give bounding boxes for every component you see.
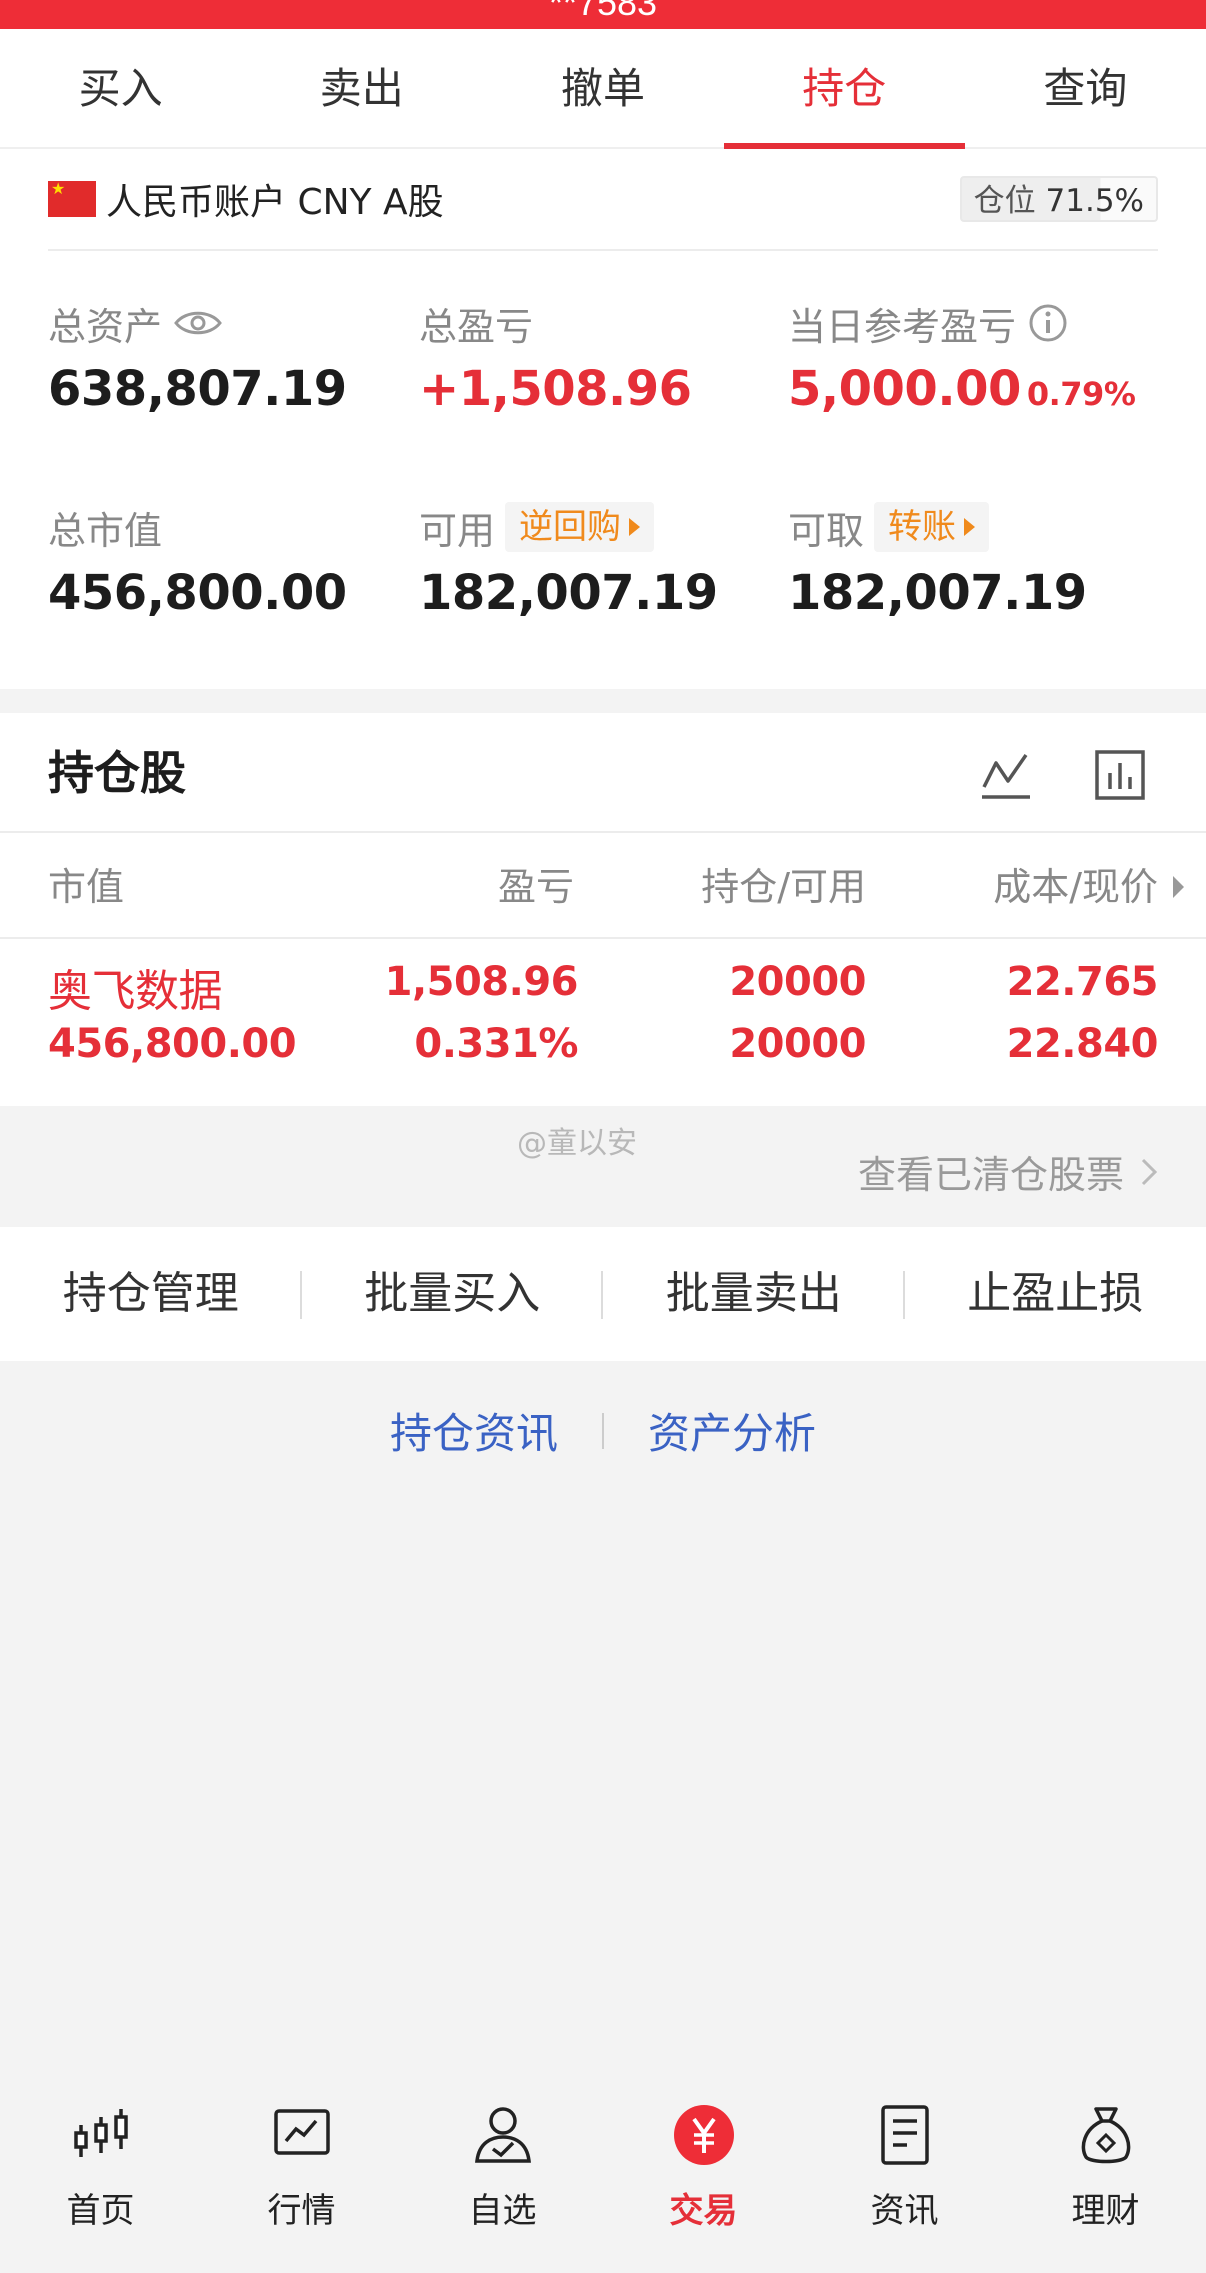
position-value: 71.5% [1045, 183, 1144, 219]
position-label: 仓位 [973, 183, 1036, 219]
nav-watchlist-label: 自选 [468, 2191, 537, 2231]
nav-trade[interactable]: 交易 [603, 2071, 804, 2273]
total-pnl-value: +1,508.96 [419, 361, 692, 417]
table-row[interactable]: 奥飞数据 456,800.00 1,508.96 0.331% 20000 20… [0, 941, 1206, 1106]
withdrawable-funds: 可取 转账 182,007.19 [788, 502, 1087, 621]
account-name: 人民币账户 CNY A股 [106, 182, 444, 223]
stop-profit-loss-button[interactable]: 止盈止损 [905, 1227, 1206, 1361]
position-ratio-badge: 仓位 71.5% [959, 176, 1158, 222]
holdings-column-headers: 市值 盈亏 持仓/可用 成本/现价 [0, 835, 1206, 939]
available-value: 182,007.19 [419, 565, 718, 621]
daily-pnl-label: 当日参考盈亏 [788, 304, 1017, 349]
arrow-right-icon [964, 518, 976, 536]
nav-home-label: 首页 [66, 2191, 135, 2231]
stock-pnl: 1,508.96 [384, 959, 579, 1005]
reverse-repo-button[interactable]: 逆回购 [505, 502, 655, 552]
withdrawable-label: 可取 [788, 508, 865, 553]
holdings-news-link[interactable]: 持仓资讯 [390, 1400, 558, 1461]
holdings-panel: 持仓股 市值 盈亏 持仓/可用 成本/现价 奥飞数据 456,800.00 1,… [0, 713, 1206, 1106]
batch-sell-button[interactable]: 批量卖出 [603, 1227, 905, 1361]
nav-news[interactable]: 资讯 [804, 2071, 1005, 2273]
view-cleared-label: 查看已清仓股票 [857, 1153, 1124, 1197]
position-manage-button[interactable]: 持仓管理 [0, 1227, 302, 1361]
nav-market[interactable]: 行情 [201, 2071, 402, 2273]
holdings-title: 持仓股 [48, 746, 186, 800]
stock-available: 20000 [729, 1021, 866, 1067]
reverse-repo-label: 逆回购 [519, 507, 622, 547]
money-bag-icon [1081, 2107, 1130, 2164]
account-header: 人民币账户 CNY A股 仓位 71.5% [48, 149, 1158, 251]
document-icon [880, 2105, 929, 2165]
stock-market-value: 456,800.00 [48, 1021, 297, 1067]
watermark: @童以安 [517, 1126, 637, 1161]
daily-pnl-pct: 0.79% [1026, 375, 1136, 413]
stock-pnl-pct: 0.331% [414, 1021, 578, 1067]
china-flag-icon [48, 179, 96, 217]
transfer-label: 转账 [888, 507, 957, 547]
withdrawable-value: 182,007.19 [788, 565, 1087, 621]
tab-positions[interactable]: 持仓 [723, 29, 966, 149]
tab-query[interactable]: 查询 [965, 29, 1206, 147]
col-market-value[interactable]: 市值 [48, 835, 124, 939]
total-pnl-label: 总盈亏 [419, 304, 534, 349]
trade-tabs: 买入 卖出 撤单 持仓 查询 [0, 29, 1206, 149]
nav-wealth[interactable]: 理财 [1005, 2071, 1206, 2273]
col-position[interactable]: 持仓/可用 [701, 835, 866, 939]
tab-buy[interactable]: 买入 [0, 29, 241, 147]
view-cleared-stocks-link[interactable]: 查看已清仓股票 [858, 1144, 1158, 1199]
batch-buy-button[interactable]: 批量买入 [302, 1227, 604, 1361]
line-chart-icon[interactable] [978, 747, 1034, 803]
arrow-right-icon [629, 518, 641, 536]
available-label: 可用 [419, 508, 496, 553]
candlestick-icon [73, 2109, 128, 2157]
bottom-links: 持仓资讯 资产分析 [0, 1400, 1206, 1480]
stock-name: 奥飞数据 [48, 966, 223, 1017]
scroll-right-icon[interactable] [1173, 876, 1184, 898]
account-panel: 人民币账户 CNY A股 仓位 71.5% 总资产 638,807.19 总盈亏… [0, 149, 1206, 689]
asset-analysis-link[interactable]: 资产分析 [648, 1400, 816, 1461]
holdings-actions: 持仓管理 批量买入 批量卖出 止盈止损 [0, 1227, 1206, 1361]
stock-price: 22.840 [1006, 1021, 1159, 1067]
total-pnl: 总盈亏 +1,508.96 [419, 299, 692, 418]
total-assets-value: 638,807.19 [48, 361, 347, 417]
available-funds: 可用 逆回购 182,007.19 [419, 502, 718, 621]
market-value-value: 456,800.00 [48, 565, 347, 621]
nav-watchlist[interactable]: 自选 [402, 2071, 603, 2273]
account-mask: **7583 [548, 0, 658, 23]
nav-news-label: 资讯 [870, 2191, 939, 2231]
eye-icon[interactable] [174, 308, 222, 338]
total-assets: 总资产 638,807.19 [48, 299, 347, 418]
user-check-icon [474, 2107, 531, 2163]
market-value: 总市值 456,800.00 [48, 503, 347, 622]
yuan-circle-icon [673, 2105, 734, 2165]
daily-pnl-value: 5,000.00 [788, 361, 1021, 417]
col-cost-price[interactable]: 成本/现价 [993, 835, 1158, 939]
chevron-right-icon [1141, 1158, 1158, 1185]
bar-chart-icon[interactable] [1092, 747, 1148, 803]
market-chart-icon [273, 2109, 330, 2155]
link-divider [602, 1412, 604, 1449]
col-pnl[interactable]: 盈亏 [498, 835, 574, 939]
holdings-header: 持仓股 [0, 713, 1206, 833]
tab-cancel[interactable]: 撤单 [482, 29, 723, 147]
nav-market-label: 行情 [267, 2191, 336, 2231]
daily-pnl: 当日参考盈亏 5,000.00 0.79% [788, 299, 1136, 417]
stock-position: 20000 [729, 959, 866, 1005]
total-assets-label: 总资产 [48, 304, 163, 349]
bottom-navigation: 首页 行情 自选 交易 资讯 理财 [0, 2071, 1206, 2273]
nav-wealth-label: 理财 [1071, 2191, 1140, 2231]
market-value-label: 总市值 [48, 508, 163, 553]
status-bar: **7583 [0, 0, 1206, 29]
cleared-section: @童以安 查看已清仓股票 [0, 1106, 1206, 1227]
tab-sell[interactable]: 卖出 [241, 29, 482, 147]
stock-cost: 22.765 [1006, 959, 1159, 1005]
transfer-button[interactable]: 转账 [874, 502, 990, 552]
nav-home[interactable]: 首页 [0, 2071, 201, 2273]
info-icon[interactable] [1028, 303, 1068, 343]
nav-trade-label: 交易 [669, 2191, 738, 2231]
